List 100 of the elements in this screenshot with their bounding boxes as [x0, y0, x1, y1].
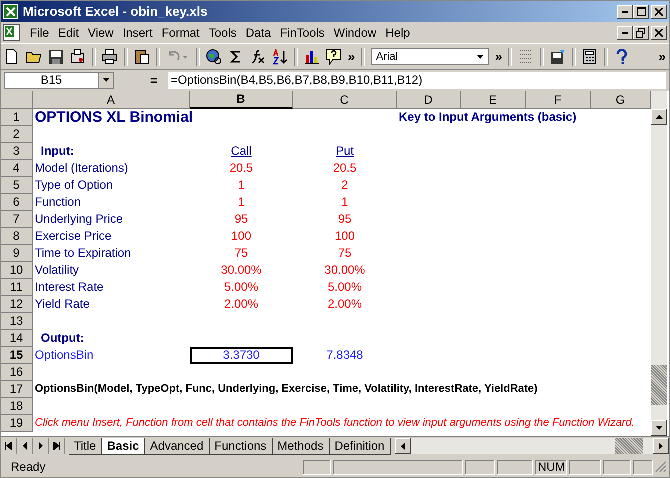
num-lock-indicator: NUM — [535, 460, 567, 474]
menu-item[interactable]: Tools — [208, 26, 237, 40]
row-header[interactable]: 13 — [1, 313, 33, 330]
new-file-icon[interactable] — [4, 48, 20, 64]
row-header[interactable]: 12 — [1, 296, 33, 313]
toolbar-overflow[interactable]: » — [348, 50, 356, 63]
row-header[interactable]: 1 — [1, 109, 33, 126]
save-icon[interactable] — [48, 48, 64, 64]
menu-item[interactable]: Edit — [58, 26, 80, 40]
function-icon[interactable] — [250, 48, 266, 64]
sheet-tab[interactable]: Functions — [210, 438, 273, 454]
status-panel — [569, 460, 601, 474]
menu-item[interactable]: FinTools — [280, 26, 325, 40]
column-header[interactable]: C — [293, 91, 397, 109]
row-header[interactable]: 16 — [1, 364, 33, 381]
table-cell-text: Output: — [40, 330, 86, 347]
calculator-icon[interactable] — [582, 48, 598, 64]
row-header[interactable]: 14 — [1, 330, 33, 347]
first-sheet-icon — [4, 442, 12, 450]
row-header[interactable]: 5 — [1, 177, 33, 194]
window-title: Microsoft Excel - obin_key.xls — [23, 4, 208, 19]
font-dropdown[interactable]: Arial — [371, 48, 490, 65]
table-cell-text: 100 — [334, 228, 356, 245]
status-panel — [633, 460, 653, 474]
resize-grip-icon[interactable] — [655, 461, 667, 473]
column-header[interactable]: E — [461, 91, 526, 109]
minimize-icon — [622, 10, 628, 12]
last-sheet-icon — [52, 442, 60, 450]
restore-button[interactable] — [633, 26, 649, 40]
table-cell-text: 30.00% — [324, 262, 366, 279]
table-cell-text: 20.5 — [332, 160, 358, 177]
toolbar-overflow[interactable]: » — [658, 50, 666, 63]
dropdown-icon — [102, 78, 110, 82]
row-header[interactable]: 2 — [1, 126, 33, 143]
scroll-thumb[interactable] — [615, 438, 643, 454]
minimize-button[interactable] — [617, 26, 633, 40]
menu-item[interactable]: Insert — [122, 26, 153, 40]
globe-icon[interactable] — [206, 48, 222, 64]
horizontal-scrollbar[interactable] — [394, 438, 669, 454]
spreadsheet-icon — [3, 4, 19, 20]
down-arrow-icon — [656, 426, 662, 430]
row-header[interactable]: 7 — [1, 211, 33, 228]
table-cell-text: 1 — [340, 194, 350, 211]
close-button[interactable] — [651, 26, 667, 40]
printer-icon[interactable] — [102, 48, 118, 64]
row-header[interactable]: 18 — [1, 398, 33, 415]
row-header[interactable]: 15 — [1, 347, 33, 364]
help-icon[interactable] — [326, 48, 342, 64]
restore-icon — [636, 28, 646, 38]
column-header[interactable]: F — [526, 91, 591, 109]
save-icon[interactable] — [550, 48, 566, 64]
column-header[interactable]: G — [591, 91, 651, 109]
row-header[interactable]: 6 — [1, 194, 33, 211]
status-panel — [303, 460, 331, 474]
row-header[interactable]: 17 — [1, 381, 33, 398]
next-sheet-icon — [36, 442, 44, 450]
sheet-tab[interactable]: Basic — [102, 438, 146, 454]
chart-icon[interactable] — [304, 48, 320, 64]
table-cell-text: 2.00% — [223, 296, 260, 313]
sheet-tab[interactable]: Title — [69, 438, 102, 454]
table-cell-text: 75 — [337, 245, 353, 262]
column-header[interactable]: A — [33, 91, 190, 109]
row-header[interactable]: 3 — [1, 143, 33, 160]
previous-sheet-icon — [20, 442, 28, 450]
sheet-tab[interactable]: Methods — [272, 438, 330, 454]
scroll-thumb[interactable] — [651, 365, 667, 405]
menu-item[interactable]: Format — [162, 26, 200, 40]
menu-item[interactable]: View — [88, 26, 114, 40]
row-header[interactable]: 4 — [1, 160, 33, 177]
table-cell-text: 75 — [234, 245, 250, 262]
toolbar-overflow[interactable]: » — [495, 50, 502, 63]
menu-item[interactable]: Window — [334, 26, 377, 40]
table-cell-text: Click menu Insert, Function from cell that contains the FinTools function to view input arguments using the Function Wizard. — [34, 416, 636, 431]
row-header[interactable]: 11 — [1, 279, 33, 296]
status-panel — [465, 460, 495, 474]
sort-icon[interactable] — [272, 48, 288, 64]
table-cell-text: 95 — [234, 211, 250, 228]
paste-icon[interactable] — [134, 48, 150, 64]
menu-item[interactable]: Help — [386, 26, 410, 40]
table-cell-text: Input: — [40, 143, 76, 160]
row-header[interactable]: 10 — [1, 262, 33, 279]
maximize-button[interactable] — [633, 4, 649, 18]
column-header[interactable]: D — [397, 91, 461, 109]
vertical-scrollbar[interactable] — [651, 91, 667, 436]
row-header[interactable]: 8 — [1, 228, 33, 245]
row-header[interactable]: 9 — [1, 245, 33, 262]
menu-item[interactable]: Data — [246, 26, 272, 40]
formula-field[interactable]: =OptionsBin(B4,B5,B6,B7,B8,B9,B10,B11,B12) — [168, 72, 666, 88]
table-cell-text: Type of Option — [34, 177, 114, 194]
minimize-button[interactable] — [617, 4, 633, 18]
sheet-tab[interactable]: Advanced — [145, 438, 210, 454]
select-all-button[interactable] — [1, 91, 33, 109]
row-header[interactable]: 19 — [1, 415, 33, 432]
close-button[interactable] — [651, 4, 667, 18]
name-box[interactable]: B15 — [4, 72, 114, 88]
sheet-tab[interactable]: Definition — [330, 438, 391, 454]
column-header[interactable]: B — [190, 91, 293, 109]
table-cell-text: 5.00% — [223, 279, 260, 296]
table-cell-text: 100 — [230, 228, 253, 245]
menu-item[interactable]: File — [30, 26, 50, 40]
